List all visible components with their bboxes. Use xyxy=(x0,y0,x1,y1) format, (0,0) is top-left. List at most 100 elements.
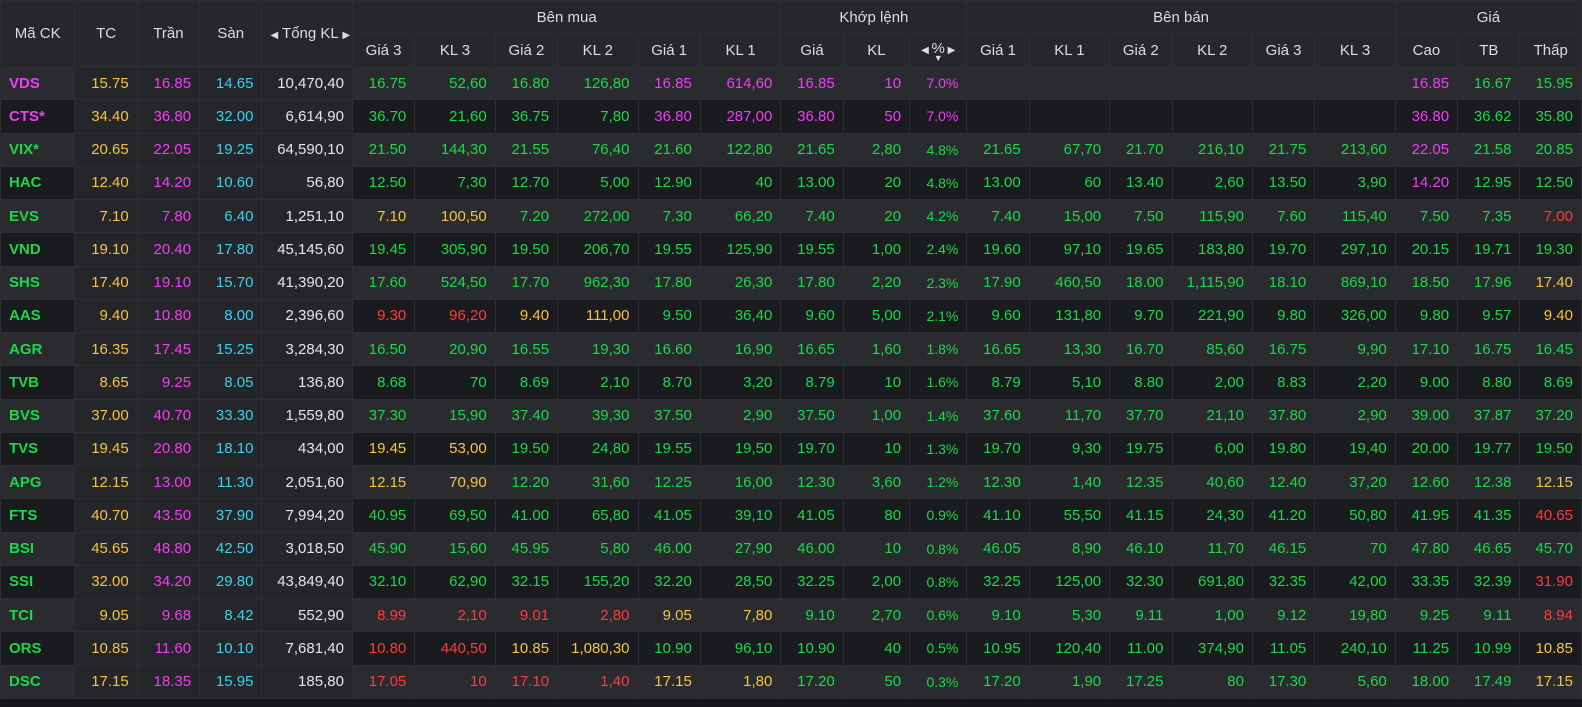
buy-cell-4[interactable]: 19.55 xyxy=(637,431,701,467)
sell-cell-0[interactable]: 12.30 xyxy=(966,464,1030,500)
stock-symbol[interactable]: BVS xyxy=(0,398,76,433)
col-header-symbol[interactable]: Mã CK xyxy=(0,0,76,67)
sell-cell-0[interactable]: 9.60 xyxy=(966,298,1030,334)
stock-symbol[interactable]: HAC xyxy=(0,165,76,201)
sell-cell-4[interactable]: 16.75 xyxy=(1251,331,1316,367)
buy-cell-0[interactable]: 9.30 xyxy=(351,298,416,334)
col-header-sell-1[interactable]: KL 1 xyxy=(1028,33,1111,67)
col-header-buy-1[interactable]: KL 3 xyxy=(414,33,496,67)
stock-symbol[interactable]: VIX* xyxy=(0,132,76,167)
buy-cell-4[interactable]: 19.55 xyxy=(637,232,701,267)
buy-cell-2[interactable]: 9.40 xyxy=(494,298,559,334)
sell-cell-4[interactable]: 9.80 xyxy=(1251,298,1316,334)
sell-cell-4[interactable]: 21.75 xyxy=(1251,132,1316,167)
sell-cell-0[interactable]: 16.65 xyxy=(966,331,1030,367)
sell-cell-2[interactable]: 16.70 xyxy=(1109,331,1173,367)
stock-symbol[interactable]: VND xyxy=(0,232,76,267)
sell-cell-2[interactable]: 19.65 xyxy=(1109,232,1173,267)
col-header-sell-5[interactable]: KL 3 xyxy=(1314,33,1396,67)
table-row[interactable]: ORS 10.85 11.60 10.10 7,681,40 10.80 440,50 10.… xyxy=(0,631,1582,666)
col-header-sell-2[interactable]: Giá 2 xyxy=(1109,33,1173,67)
col-header-buy-0[interactable]: Giá 3 xyxy=(351,33,416,67)
buy-cell-0[interactable]: 16.50 xyxy=(351,331,416,367)
col-header-buy-5[interactable]: KL 1 xyxy=(699,33,782,67)
sell-cell-4[interactable]: 11.05 xyxy=(1251,631,1316,666)
sell-cell-4[interactable]: 32.35 xyxy=(1251,564,1316,600)
sell-cell-2[interactable]: 11.00 xyxy=(1109,631,1173,666)
sell-cell-2[interactable] xyxy=(1109,99,1173,134)
stock-symbol[interactable]: AAS xyxy=(0,298,76,334)
buy-cell-0[interactable]: 16.75 xyxy=(351,65,416,101)
buy-cell-2[interactable]: 21.55 xyxy=(494,132,559,167)
sell-cell-0[interactable]: 9.10 xyxy=(966,597,1030,633)
buy-cell-2[interactable]: 16.55 xyxy=(494,331,559,367)
table-row[interactable]: AAS 9.40 10.80 8.00 2,396,60 9.30 96,20 9.40 111… xyxy=(0,298,1582,334)
sell-cell-4[interactable]: 19.80 xyxy=(1251,431,1316,467)
col-header-match-0[interactable]: Giá xyxy=(780,33,844,67)
buy-cell-0[interactable]: 32.10 xyxy=(351,564,416,600)
buy-cell-4[interactable]: 32.20 xyxy=(637,564,701,600)
stock-symbol[interactable]: SHS xyxy=(0,265,76,300)
caret-right-icon[interactable]: ▶ xyxy=(342,30,350,41)
sell-cell-0[interactable]: 10.95 xyxy=(966,631,1030,666)
sell-cell-2[interactable]: 7.50 xyxy=(1109,198,1173,234)
stock-symbol[interactable]: TVB xyxy=(0,365,76,400)
buy-cell-4[interactable]: 8.70 xyxy=(637,365,701,400)
col-header-price-2[interactable]: Thấp xyxy=(1519,33,1582,67)
buy-cell-2[interactable]: 9.01 xyxy=(494,597,559,633)
buy-cell-4[interactable]: 7.30 xyxy=(637,198,701,234)
sell-cell-4[interactable]: 13.50 xyxy=(1251,165,1316,201)
sell-cell-2[interactable]: 17.25 xyxy=(1109,664,1173,699)
buy-cell-0[interactable]: 19.45 xyxy=(351,232,416,267)
table-row[interactable]: HAC 12.40 14.20 10.60 56,80 12.50 7,30 12.70 5,0… xyxy=(0,165,1582,201)
table-row[interactable]: SHS 17.40 19.10 15.70 41,390,20 17.60 524,50 17… xyxy=(0,265,1582,300)
sell-cell-0[interactable]: 7.40 xyxy=(966,198,1030,234)
buy-cell-0[interactable]: 21.50 xyxy=(351,132,416,167)
buy-cell-0[interactable]: 17.60 xyxy=(351,265,416,300)
stock-symbol[interactable]: TCI xyxy=(0,597,76,633)
sell-cell-2[interactable]: 18.00 xyxy=(1109,265,1173,300)
sell-cell-0[interactable]: 8.79 xyxy=(966,365,1030,400)
sell-cell-0[interactable]: 19.60 xyxy=(966,232,1030,267)
col-header-match-2[interactable]: ◀ % ▶ ▼ xyxy=(909,33,968,67)
table-row[interactable]: CTS* 34.40 36.80 32.00 6,614,90 36.70 21,60 36.… xyxy=(0,99,1582,134)
sell-cell-0[interactable]: 17.90 xyxy=(966,265,1030,300)
sell-cell-4[interactable]: 8.83 xyxy=(1251,365,1316,400)
buy-cell-0[interactable]: 8.68 xyxy=(351,365,416,400)
sell-cell-2[interactable]: 46.10 xyxy=(1109,531,1173,566)
table-row[interactable]: VND 19.10 20.40 17.80 45,145,60 19.45 305,90 19… xyxy=(0,232,1582,267)
sell-cell-4[interactable] xyxy=(1251,99,1316,134)
col-header-sell-0[interactable]: Giá 1 xyxy=(966,33,1030,67)
buy-cell-0[interactable]: 36.70 xyxy=(351,99,416,134)
sell-cell-4[interactable]: 19.70 xyxy=(1251,232,1316,267)
buy-cell-4[interactable]: 9.50 xyxy=(637,298,701,334)
stock-symbol[interactable]: VDS xyxy=(0,65,76,101)
col-header-total-volume[interactable]: ◀ Tổng KL ▶ xyxy=(261,0,353,67)
buy-cell-2[interactable]: 17.70 xyxy=(494,265,559,300)
sell-cell-4[interactable] xyxy=(1251,65,1316,101)
buy-cell-2[interactable]: 17.10 xyxy=(494,664,559,699)
buy-cell-4[interactable]: 12.25 xyxy=(637,464,701,500)
table-row[interactable]: BVS 37.00 40.70 33.30 1,559,80 37.30 15,90 37.4… xyxy=(0,398,1582,433)
col-header-buy-2[interactable]: Giá 2 xyxy=(494,33,559,67)
buy-cell-4[interactable]: 12.90 xyxy=(637,165,701,201)
stock-symbol[interactable]: ORS xyxy=(0,631,76,666)
sell-cell-0[interactable]: 46.05 xyxy=(966,531,1030,566)
col-header-buy-4[interactable]: Giá 1 xyxy=(637,33,701,67)
sell-cell-4[interactable]: 7.60 xyxy=(1251,198,1316,234)
sell-cell-2[interactable]: 9.70 xyxy=(1109,298,1173,334)
stock-symbol[interactable]: CTS* xyxy=(0,99,76,134)
col-header-ceil[interactable]: Trần xyxy=(136,0,201,67)
stock-symbol[interactable]: FTS xyxy=(0,498,76,533)
caret-right-icon[interactable]: ▶ xyxy=(945,45,956,56)
table-row[interactable]: APG 12.15 13.00 11.30 2,051,60 12.15 70,90 12.2… xyxy=(0,464,1582,500)
buy-cell-2[interactable]: 10.85 xyxy=(494,631,559,666)
buy-cell-2[interactable]: 41.00 xyxy=(494,498,559,533)
col-header-price-0[interactable]: Cao xyxy=(1394,33,1459,67)
sell-cell-2[interactable]: 21.70 xyxy=(1109,132,1173,167)
sell-cell-2[interactable]: 9.11 xyxy=(1109,597,1173,633)
table-row[interactable]: FTS 40.70 43.50 37.90 7,994,20 40.95 69,50 41.0… xyxy=(0,498,1582,533)
stock-symbol[interactable]: BSI xyxy=(0,531,76,566)
col-header-sell-3[interactable]: KL 2 xyxy=(1171,33,1253,67)
table-row[interactable]: TCI 9.05 9.68 8.42 552,90 8.99 2,10 9.01 2,80 9.0… xyxy=(0,597,1582,633)
